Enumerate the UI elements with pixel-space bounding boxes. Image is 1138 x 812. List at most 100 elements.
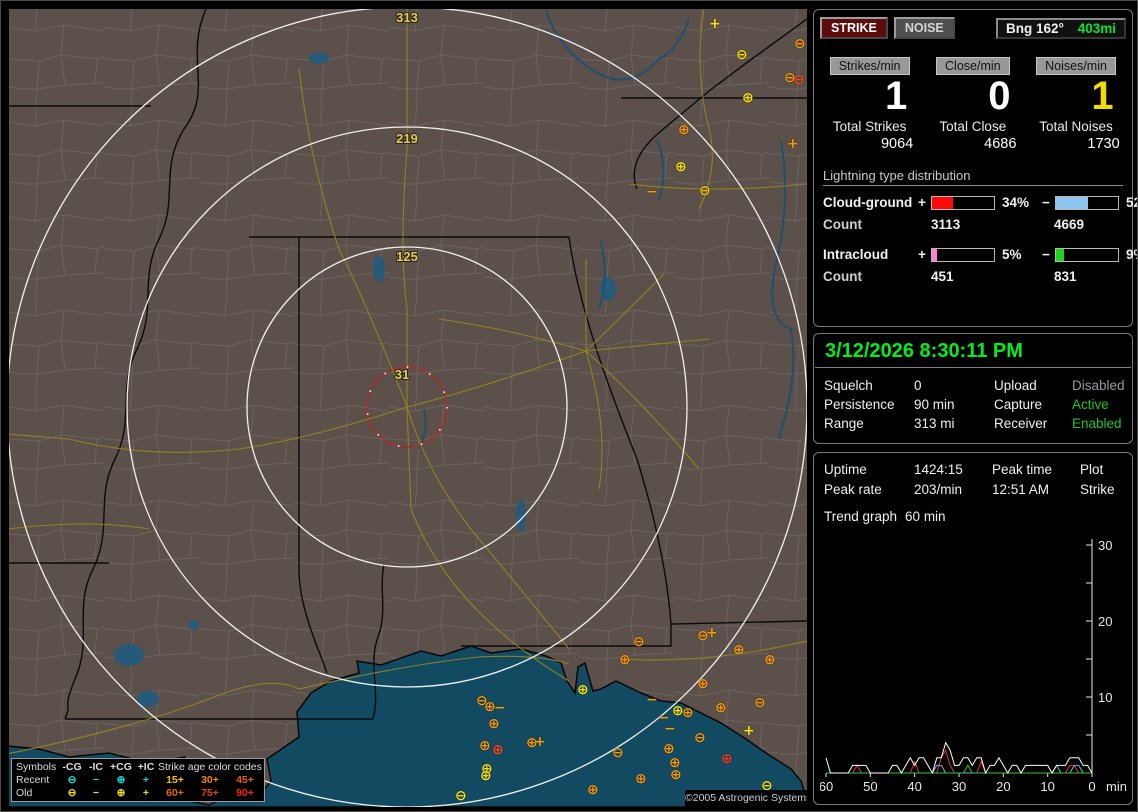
legend-col-cg-neg: -CG bbox=[60, 761, 84, 773]
legend-col-ic-pos: +IC bbox=[134, 761, 158, 773]
copyright-label: ©2005 Astrogenic Systems bbox=[685, 790, 807, 807]
strike-symbol-ic-pos: + bbox=[709, 17, 721, 31]
age-60: 60+ bbox=[158, 787, 192, 799]
strike-symbol-cg-pos: ⊕ bbox=[577, 683, 589, 697]
age-75: 75+ bbox=[192, 787, 228, 799]
range-value: 313 mi bbox=[914, 416, 994, 431]
noises-column: Noises/min 1 Total Noises 1730 bbox=[1024, 57, 1127, 152]
total-close-value: 4686 bbox=[984, 136, 1024, 152]
total-noises-value: 1730 bbox=[1087, 136, 1127, 152]
ic-pos-old-icon: + bbox=[134, 787, 158, 799]
strike-symbol-cg-pos: ⊕ bbox=[492, 743, 504, 757]
strike-symbol-cg-pos: ⊕ bbox=[715, 701, 727, 715]
minus-sign: − bbox=[1042, 195, 1055, 210]
strike-symbol-ic-pos: + bbox=[787, 137, 799, 151]
legend-age-header: Strike age color codes bbox=[158, 761, 262, 773]
bearing-distance: 403mi bbox=[1078, 21, 1116, 36]
age-45: 45+ bbox=[228, 774, 262, 786]
strike-symbol-cg-neg: ⊖ bbox=[455, 789, 467, 803]
strike-symbol-ic-pos: + bbox=[534, 735, 546, 749]
strikes-per-min-chip[interactable]: Strikes/min bbox=[830, 57, 910, 75]
noise-mode-button[interactable]: NOISE bbox=[894, 17, 955, 39]
ring-label-219: 219 bbox=[396, 131, 418, 146]
strike-symbol-ic-neg: − bbox=[494, 701, 506, 715]
svg-text:0: 0 bbox=[1088, 779, 1095, 794]
strike-symbol-cg-neg: ⊖ bbox=[736, 48, 748, 62]
legend-row-old-label: Old bbox=[16, 787, 60, 799]
strike-symbol-cg-pos: ⊕ bbox=[663, 742, 675, 756]
age-15: 15+ bbox=[158, 774, 192, 786]
ic-positive-pct: 5% bbox=[997, 247, 1042, 262]
cg-positive-pct: 34% bbox=[997, 195, 1042, 210]
cg-positive-bar bbox=[931, 196, 995, 210]
strike-symbol-ic-pos: + bbox=[706, 626, 718, 640]
plus-sign: + bbox=[918, 195, 931, 210]
peak-rate-value: 203/min bbox=[914, 482, 992, 497]
peak-time-value: 12:51 AM bbox=[992, 482, 1080, 497]
strike-symbol-cg-pos: ⊕ bbox=[479, 739, 491, 753]
close-column: Close/min 0 Total Close 4686 bbox=[921, 57, 1024, 152]
noises-per-min-chip[interactable]: Noises/min bbox=[1036, 57, 1116, 75]
strike-symbol-ic-neg: − bbox=[664, 722, 676, 736]
receiver-label: Receiver bbox=[994, 416, 1072, 431]
squelch-value: 0 bbox=[914, 378, 994, 393]
total-noises-label: Total Noises bbox=[1039, 119, 1113, 134]
peak-time-label: Peak time bbox=[992, 462, 1080, 477]
strike-symbol-cg-pos: ⊕ bbox=[480, 769, 492, 783]
cg-pos-recent-icon: ⊕ bbox=[108, 774, 134, 786]
lightning-map[interactable]: 313 219 125 31 +⊖⊖⊖⊕⊕+⊕⊖−⊖⊖⊖+⊕⊕⊕⊕⊖−⊕⊕−−⊕… bbox=[9, 9, 807, 807]
legend-col-cg-pos: +CG bbox=[108, 761, 134, 773]
strike-symbol-cg-neg: ⊖ bbox=[694, 731, 706, 745]
strike-symbol-cg-pos: ⊕ bbox=[488, 717, 500, 731]
svg-text:10: 10 bbox=[1098, 690, 1112, 705]
svg-text:30: 30 bbox=[952, 779, 966, 794]
strike-mode-button[interactable]: STRIKE bbox=[820, 17, 888, 39]
ic-positive-count: 451 bbox=[931, 269, 1041, 284]
svg-text:30: 30 bbox=[1098, 538, 1112, 553]
upload-status: Disabled bbox=[1072, 378, 1125, 393]
ring-label-313: 313 bbox=[396, 10, 418, 25]
svg-text:20: 20 bbox=[1098, 614, 1112, 629]
close-per-min-chip[interactable]: Close/min bbox=[936, 57, 1010, 75]
strike-symbol-cg-pos: ⊕ bbox=[721, 752, 733, 766]
ic-negative-count: 831 bbox=[1054, 269, 1123, 284]
trend-graph: 1020306050403020100min bbox=[820, 533, 1126, 799]
ic-neg-recent-icon: − bbox=[84, 774, 108, 786]
ring-label-31: 31 bbox=[395, 367, 409, 382]
strike-symbol-ic-neg: − bbox=[646, 693, 658, 707]
strike-symbol-cg-pos: ⊕ bbox=[682, 706, 694, 720]
strike-symbol-cg-neg: ⊖ bbox=[754, 696, 766, 710]
close-per-min-value: 0 bbox=[988, 75, 1024, 117]
legend-symbols-header: Symbols bbox=[16, 761, 60, 773]
trend-graph-label: Trend graph bbox=[824, 509, 897, 524]
peak-rate-label: Peak rate bbox=[824, 482, 914, 497]
cg-pos-old-icon: ⊕ bbox=[108, 787, 134, 799]
persistence-label: Persistence bbox=[824, 397, 914, 412]
noises-per-min-value: 1 bbox=[1091, 75, 1127, 117]
strike-symbol-cg-neg: ⊖ bbox=[633, 635, 645, 649]
bearing-readout: Bng 162° 403mi bbox=[996, 18, 1126, 39]
ic-neg-old-icon: − bbox=[84, 787, 108, 799]
plot-label: Plot bbox=[1080, 462, 1122, 477]
strike-symbol-cg-neg: ⊖ bbox=[793, 73, 805, 87]
cg-count-label: Count bbox=[823, 217, 918, 232]
map-legend: Symbols -CG -IC +CG +IC Strike age color… bbox=[11, 758, 265, 802]
strike-symbol-cg-neg: ⊖ bbox=[794, 37, 806, 51]
squelch-label: Squelch bbox=[824, 378, 914, 393]
strikes-per-min-value: 1 bbox=[885, 75, 921, 117]
uptime-label: Uptime bbox=[824, 462, 914, 477]
cg-positive-count: 3113 bbox=[931, 217, 1041, 232]
total-close-label: Total Close bbox=[939, 119, 1006, 134]
ic-positive-bar bbox=[931, 248, 995, 262]
svg-text:10: 10 bbox=[1040, 779, 1054, 794]
svg-text:20: 20 bbox=[996, 779, 1010, 794]
strikes-column: Strikes/min 1 Total Strikes 9064 bbox=[818, 57, 921, 152]
strike-symbol-ic-neg: − bbox=[646, 185, 658, 199]
svg-text:50: 50 bbox=[863, 779, 877, 794]
strike-symbol-cg-pos: ⊕ bbox=[764, 653, 776, 667]
strike-symbol-ic-pos: + bbox=[743, 724, 755, 738]
strike-symbol-cg-pos: ⊕ bbox=[675, 160, 687, 174]
strike-symbol-cg-pos: ⊕ bbox=[733, 643, 745, 657]
ring-label-125: 125 bbox=[396, 249, 418, 264]
cloud-ground-label: Cloud-ground bbox=[823, 195, 918, 210]
